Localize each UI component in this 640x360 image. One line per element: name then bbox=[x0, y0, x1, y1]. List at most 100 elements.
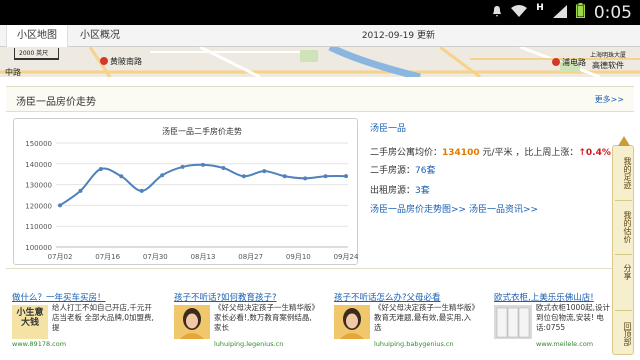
network-type-label: H bbox=[536, 2, 544, 13]
ad-title[interactable]: 孩子不听话怎么办?父母必看 bbox=[334, 291, 441, 303]
x-tick-label: 08月13 bbox=[191, 253, 216, 261]
price-series-line bbox=[59, 163, 347, 207]
data-point bbox=[323, 174, 328, 179]
share-button[interactable]: 分享 bbox=[615, 260, 632, 284]
x-tick-label: 09月10 bbox=[286, 253, 311, 261]
x-tick-label: 07月30 bbox=[143, 253, 168, 261]
wifi-icon bbox=[511, 3, 528, 22]
x-tick-label: 09月24 bbox=[334, 253, 359, 261]
rental-value-link[interactable]: 3套 bbox=[415, 186, 430, 196]
data-point bbox=[58, 203, 62, 208]
signal-icon bbox=[552, 3, 567, 22]
y-tick-label: 120000 bbox=[25, 202, 52, 210]
rental-line: 出租房源：3套 bbox=[370, 183, 430, 196]
ad-url: www.meilele.com bbox=[536, 340, 594, 348]
ad-portrait-image bbox=[334, 305, 370, 339]
ad-title[interactable]: 欧式衣柜,上美乐乐佛山店! bbox=[494, 291, 594, 303]
map-label: 中路 bbox=[5, 68, 21, 77]
y-tick-label: 140000 bbox=[25, 161, 52, 169]
ad-logo-text: 小生意大钱 bbox=[16, 308, 44, 328]
ad-text: 欧式衣柜1000起,设计到位包物流,安装! 电话:0755 bbox=[536, 303, 610, 332]
update-date: 2012-09-19 更新 bbox=[361, 31, 435, 41]
data-point bbox=[201, 162, 205, 167]
y-tick-label: 130000 bbox=[25, 182, 52, 190]
community-name-link[interactable]: 汤臣一品 bbox=[370, 121, 406, 134]
ad-portrait-image bbox=[174, 305, 210, 339]
divider bbox=[615, 254, 632, 255]
tab-community-map[interactable]: 小区地图 bbox=[6, 25, 68, 47]
ad-item[interactable]: 孩子不听话?如何教育孩子? 《好父母决定孩子一生精华版》家长必看!,数万教育案例… bbox=[168, 286, 318, 360]
battery-icon bbox=[575, 3, 585, 22]
ad-item[interactable]: 做什么？一年买车买房！ 小生意大钱 给人打工不如自己开店,千元开店当老板 全部大… bbox=[6, 286, 156, 360]
data-point bbox=[139, 188, 144, 193]
ad-url: luhuiping.legenius.cn bbox=[214, 340, 284, 348]
divider bbox=[615, 310, 632, 311]
metro-marker-icon bbox=[100, 57, 108, 65]
ad-text: 《好父母决定孩子一生精华版》教育无难题,最有效,最实用,入选 bbox=[374, 303, 476, 332]
ad-strip: 做什么？一年买车买房！ 小生意大钱 给人打工不如自己开店,千元开店当老板 全部大… bbox=[0, 286, 612, 360]
data-point bbox=[160, 173, 165, 178]
ad-url: www.89178.com bbox=[12, 340, 67, 348]
data-point bbox=[262, 169, 267, 174]
unit-price-label: 二手房公寓均价： bbox=[370, 148, 443, 158]
price-chart-svg: 汤臣一品二手房价走势 150000 140000 130000 120000 110000… bbox=[25, 126, 359, 261]
rental-label: 出租房源： bbox=[370, 186, 416, 196]
map-label: 黄陂南路 bbox=[110, 57, 142, 66]
chart-title: 汤臣一品二手房价走势 bbox=[162, 126, 242, 136]
data-point bbox=[119, 174, 124, 179]
more-link[interactable]: 更多>> bbox=[595, 94, 624, 105]
unit-price-value: 134100 bbox=[442, 148, 480, 158]
x-tick-label: 08月27 bbox=[238, 253, 263, 261]
data-point bbox=[303, 176, 308, 181]
ad-url: luhuiping.babygenius.cn bbox=[374, 340, 454, 348]
ad-logo-image: 小生意大钱 bbox=[12, 305, 48, 339]
back-to-top-button[interactable]: 回顶部 bbox=[615, 318, 632, 350]
ad-title[interactable]: 做什么？一年买车买房！ bbox=[12, 291, 106, 303]
price-change-value: ↑0.4% bbox=[578, 148, 611, 158]
data-point bbox=[221, 165, 226, 170]
ad-text: 《好父母决定孩子一生精华版》家长必看!,数万教育案例结晶,家长 bbox=[214, 303, 316, 332]
section-title: 汤臣一品房价走势 bbox=[16, 97, 96, 108]
data-point bbox=[344, 174, 348, 179]
tab-bar: 小区地图 小区概况 2012-09-19 更新 bbox=[0, 25, 640, 47]
arrow-up-icon bbox=[618, 136, 630, 146]
my-footprint-button[interactable]: 我的足迹 bbox=[615, 152, 632, 194]
y-tick-label: 100000 bbox=[25, 244, 52, 252]
side-toolbar: 我的足迹 我的估价 分享 回顶部 bbox=[612, 136, 634, 355]
map-label: 上海明珠大厦 bbox=[590, 52, 627, 59]
resale-value-link[interactable]: 76套 bbox=[415, 166, 435, 176]
price-trend-header: 汤臣一品房价走势 更多>> bbox=[6, 86, 634, 112]
metro-marker-icon bbox=[552, 58, 560, 66]
data-point bbox=[282, 174, 287, 179]
status-time: 0:05 bbox=[593, 2, 632, 23]
y-tick-label: 110000 bbox=[25, 223, 52, 231]
map-label: 高德软件 bbox=[592, 61, 624, 70]
x-tick-label: 07月16 bbox=[95, 253, 120, 261]
data-point bbox=[98, 167, 103, 171]
resale-label: 二手房源： bbox=[370, 166, 416, 176]
divider bbox=[615, 200, 632, 201]
related-links[interactable]: 汤臣一品房价走势图>> 汤臣一品资讯>> bbox=[370, 202, 538, 215]
price-trend-panel: 汤臣一品二手房价走势 150000 140000 130000 120000 110000… bbox=[6, 112, 616, 269]
x-tick-label: 07月02 bbox=[48, 253, 73, 261]
data-point bbox=[241, 174, 246, 179]
status-bar: H 0:05 bbox=[0, 0, 640, 25]
y-tick-label: 150000 bbox=[25, 140, 52, 148]
data-point bbox=[180, 164, 185, 169]
my-valuation-button[interactable]: 我的估价 bbox=[615, 206, 632, 248]
map-view[interactable]: 2000 英尺 黄陂南路 上海明珠大厦 浦电路 高德软件 中路 bbox=[0, 47, 640, 77]
notification-icon bbox=[492, 3, 502, 22]
unit-price-unit: 元/平米 ，比上周上涨： bbox=[479, 148, 579, 158]
ad-text: 给人打工不如自己开店,千元开店当老板 全部大品牌,0加盟费,提 bbox=[52, 303, 154, 332]
ad-wardrobe-image bbox=[494, 305, 532, 339]
resale-line: 二手房源：76套 bbox=[370, 163, 435, 176]
ad-title[interactable]: 孩子不听话?如何教育孩子? bbox=[174, 291, 277, 303]
map-label: 浦电路 bbox=[562, 58, 586, 67]
ad-item[interactable]: 欧式衣柜,上美乐乐佛山店! 欧式衣柜1000起,设计到位包物流,安装! 电话:0… bbox=[488, 286, 612, 360]
price-chart: 汤臣一品二手房价走势 150000 140000 130000 120000 110000… bbox=[13, 118, 359, 265]
map-scale: 2000 英尺 bbox=[14, 48, 60, 60]
tab-community-overview[interactable]: 小区概况 bbox=[70, 25, 140, 47]
data-point bbox=[78, 188, 83, 193]
map-roads bbox=[0, 47, 640, 77]
ad-item[interactable]: 孩子不听话怎么办?父母必看 《好父母决定孩子一生精华版》教育无难题,最有效,最实… bbox=[328, 286, 478, 360]
